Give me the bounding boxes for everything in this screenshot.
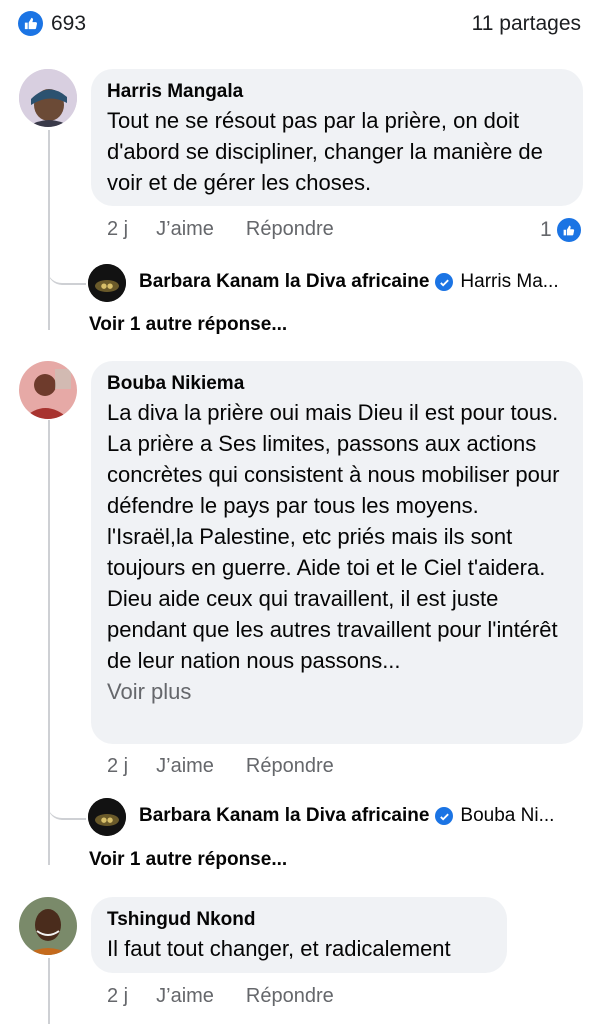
comment-text: Tout ne se résout pas par la prière, on …: [107, 108, 543, 195]
verified-badge-icon: [435, 273, 454, 291]
avatar[interactable]: [19, 69, 77, 127]
thumbs-up-icon: [18, 11, 43, 36]
comment-text: Il faut tout changer, et radicalement: [107, 936, 451, 961]
likes-count: 693: [51, 11, 87, 35]
reply-snippet: Harris Ma...: [460, 271, 559, 292]
reply-button[interactable]: Répondre: [246, 218, 334, 241]
comment-actions: 2 j J’aime Répondre: [107, 218, 334, 241]
comment-bubble: Bouba Nikiema La diva la prière oui mais…: [91, 361, 583, 744]
like-button[interactable]: J’aime: [156, 218, 214, 241]
reaction-count: 1: [540, 218, 552, 241]
reply-connector: [48, 790, 86, 820]
likes-summary[interactable]: 693: [18, 11, 86, 36]
reply-button[interactable]: Répondre: [246, 985, 334, 1008]
reply-author[interactable]: Barbara Kanam la Diva africaine: [139, 271, 429, 293]
reply-author[interactable]: Barbara Kanam la Diva africaine: [139, 805, 429, 827]
comment-text: La diva la prière oui mais Dieu il est p…: [107, 400, 560, 673]
comment-author[interactable]: Harris Mangala: [107, 79, 567, 105]
like-button[interactable]: J’aime: [156, 985, 214, 1008]
avatar[interactable]: [19, 897, 77, 955]
comment-bubble: Tshingud Nkond Il faut tout changer, et …: [91, 897, 507, 973]
view-more-replies-button[interactable]: Voir 1 autre réponse...: [89, 314, 287, 336]
thumbs-up-icon: [554, 216, 583, 244]
comment-time[interactable]: 2 j: [107, 218, 128, 241]
reply-button[interactable]: Répondre: [246, 755, 334, 778]
verified-badge-icon: [435, 807, 454, 825]
reactions-summary-bar: 693 11 partages: [0, 0, 601, 48]
thread-line: [48, 958, 50, 1024]
like-button[interactable]: J’aime: [156, 755, 214, 778]
avatar[interactable]: [19, 361, 77, 419]
reply-preview[interactable]: Barbara Kanam la Diva africaine Harris M…: [89, 271, 559, 293]
reply-connector: [48, 255, 86, 285]
reply-snippet: Bouba Ni...: [460, 805, 555, 826]
comment-actions: 2 j J’aime Répondre: [107, 755, 334, 778]
comment-author[interactable]: Tshingud Nkond: [107, 907, 491, 933]
comment-bubble: Harris Mangala Tout ne se résout pas par…: [91, 69, 583, 206]
thread-line: [48, 130, 50, 330]
see-more-link[interactable]: Voir plus: [107, 676, 567, 707]
view-more-replies-button[interactable]: Voir 1 autre réponse...: [89, 849, 287, 871]
comment-actions: 2 j J’aime Répondre: [107, 985, 334, 1008]
shares-count[interactable]: 11 partages: [472, 12, 581, 36]
comment-author[interactable]: Bouba Nikiema: [107, 371, 567, 397]
comment-time[interactable]: 2 j: [107, 755, 128, 778]
reply-preview[interactable]: Barbara Kanam la Diva africaine Bouba Ni…: [89, 805, 554, 827]
comment-time[interactable]: 2 j: [107, 985, 128, 1008]
comment-reactions[interactable]: 1: [540, 216, 583, 244]
